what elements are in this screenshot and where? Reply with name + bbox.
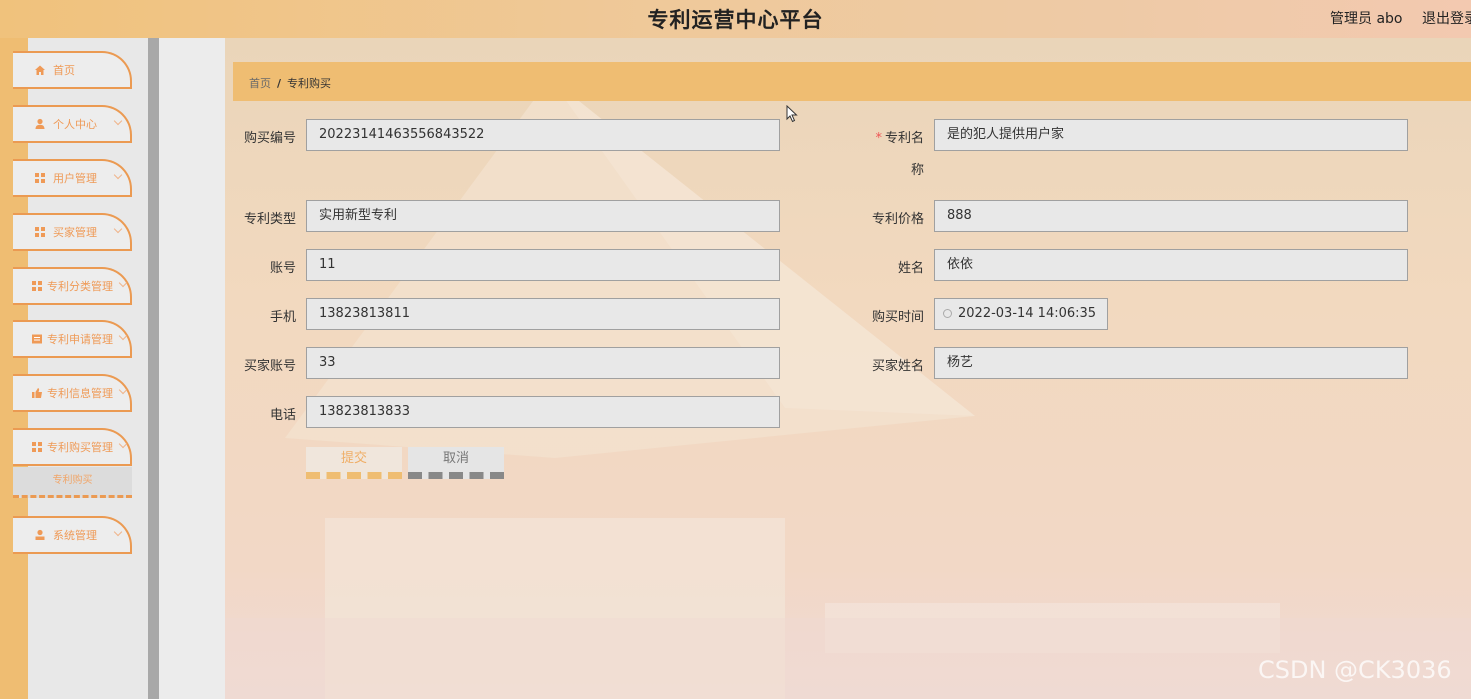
chevron-down-icon: [118, 278, 128, 288]
watermark: CSDN @CK3036: [1258, 656, 1452, 684]
buyer-account-label: 买家账号: [243, 359, 296, 374]
buyer-name-field[interactable]: 杨艺: [934, 347, 1408, 379]
breadcrumb: 首页 / 专利购买: [249, 75, 331, 91]
patent-name-label-text: 专利名: [884, 131, 924, 146]
phone-label: 手机: [269, 310, 296, 325]
name-field[interactable]: 依依: [934, 249, 1408, 281]
tel-label: 电话: [269, 408, 296, 423]
purchase-no-label: 购买编号: [243, 131, 296, 146]
cancel-button[interactable]: 取消: [408, 447, 504, 479]
mouse-cursor-icon: [786, 104, 798, 126]
chevron-down-icon: [118, 385, 128, 395]
patent-name-label-wrap: 称: [910, 163, 924, 178]
grid-icon: [34, 172, 46, 184]
home-icon: [34, 64, 46, 76]
chevron-down-icon: [118, 331, 128, 341]
breadcrumb-current: 专利购买: [287, 77, 332, 90]
doc-icon: [31, 333, 43, 345]
grid-icon: [31, 441, 43, 453]
sidebar-item-patent-purchase[interactable]: 专利购买管理: [13, 428, 132, 466]
breadcrumb-separator: /: [277, 77, 282, 90]
patent-type-field[interactable]: 实用新型专利: [306, 200, 780, 232]
sidebar-item-patent-category[interactable]: 专利分类管理: [13, 267, 132, 305]
sidebar-item-home[interactable]: 首页: [13, 51, 132, 89]
patent-type-label: 专利类型: [243, 212, 296, 227]
sidebar-item-label: 专利信息管理: [47, 387, 113, 400]
submit-button[interactable]: 提交: [306, 447, 402, 479]
app-title: 专利运营中心平台: [647, 8, 824, 32]
patent-name-label: * 专利名: [875, 131, 924, 146]
patent-name-field[interactable]: 是的犯人提供用户家: [934, 119, 1408, 151]
sidebar-item-label: 个人中心: [53, 118, 97, 131]
purchase-time-label: 购买时间: [871, 310, 924, 325]
sidebar-subitem-patent-purchase[interactable]: 专利购买: [13, 467, 132, 498]
breadcrumb-home[interactable]: 首页: [249, 77, 271, 90]
patent-price-field[interactable]: 888: [934, 200, 1408, 232]
name-label: 姓名: [897, 261, 924, 276]
patent-price-label: 专利价格: [871, 212, 924, 227]
chevron-down-icon: [113, 527, 123, 537]
current-user: 管理员 abo: [1330, 11, 1403, 27]
sidebar-item-users[interactable]: 用户管理: [13, 159, 132, 197]
purchase-time-value: 2022-03-14 14:06:35: [958, 306, 1097, 321]
sidebar-item-label: 买家管理: [53, 226, 97, 239]
purchase-no-field[interactable]: 20223141463556843522: [306, 119, 780, 151]
sidebar-scrollbar[interactable]: [148, 38, 159, 699]
sidebar-item-system[interactable]: 系统管理: [13, 516, 132, 554]
sidebar-item-label: 专利申请管理: [47, 333, 113, 346]
chevron-down-icon: [118, 439, 128, 449]
chevron-down-icon: [113, 116, 123, 126]
thumb-icon: [31, 387, 43, 399]
sidebar-item-label: 首页: [53, 64, 75, 77]
tel-field[interactable]: 13823813833: [306, 396, 780, 428]
sidebar-item-label: 专利分类管理: [47, 280, 113, 293]
chevron-down-icon: [113, 170, 123, 180]
sidebar-item-profile[interactable]: 个人中心: [13, 105, 132, 143]
sidebar-item-label: 专利购买管理: [47, 441, 113, 454]
logout-link[interactable]: 退出登录: [1422, 8, 1471, 28]
sidebar-item-label: 用户管理: [53, 172, 97, 185]
sidebar-gap: [159, 38, 225, 699]
sidebar-item-buyers[interactable]: 买家管理: [13, 213, 132, 251]
grid-icon: [34, 226, 46, 238]
grid-icon: [31, 280, 43, 292]
buyer-name-label: 买家姓名: [871, 359, 924, 374]
breadcrumb-bar: [233, 62, 1471, 101]
sidebar-item-patent-application[interactable]: 专利申请管理: [13, 320, 132, 358]
buyer-account-field[interactable]: 33: [306, 347, 780, 379]
account-field[interactable]: 11: [306, 249, 780, 281]
account-label: 账号: [269, 261, 296, 276]
phone-field[interactable]: 13823813811: [306, 298, 780, 330]
clock-icon: [943, 309, 952, 318]
sidebar-item-patent-info[interactable]: 专利信息管理: [13, 374, 132, 412]
chevron-down-icon: [113, 224, 123, 234]
sidebar-item-label: 系统管理: [53, 529, 97, 542]
user-icon: [34, 118, 46, 130]
person-icon: [34, 529, 46, 541]
top-header: 专利运营中心平台 管理员 abo 退出登录: [0, 0, 1471, 38]
purchase-time-field[interactable]: 2022-03-14 14:06:35: [934, 298, 1108, 330]
